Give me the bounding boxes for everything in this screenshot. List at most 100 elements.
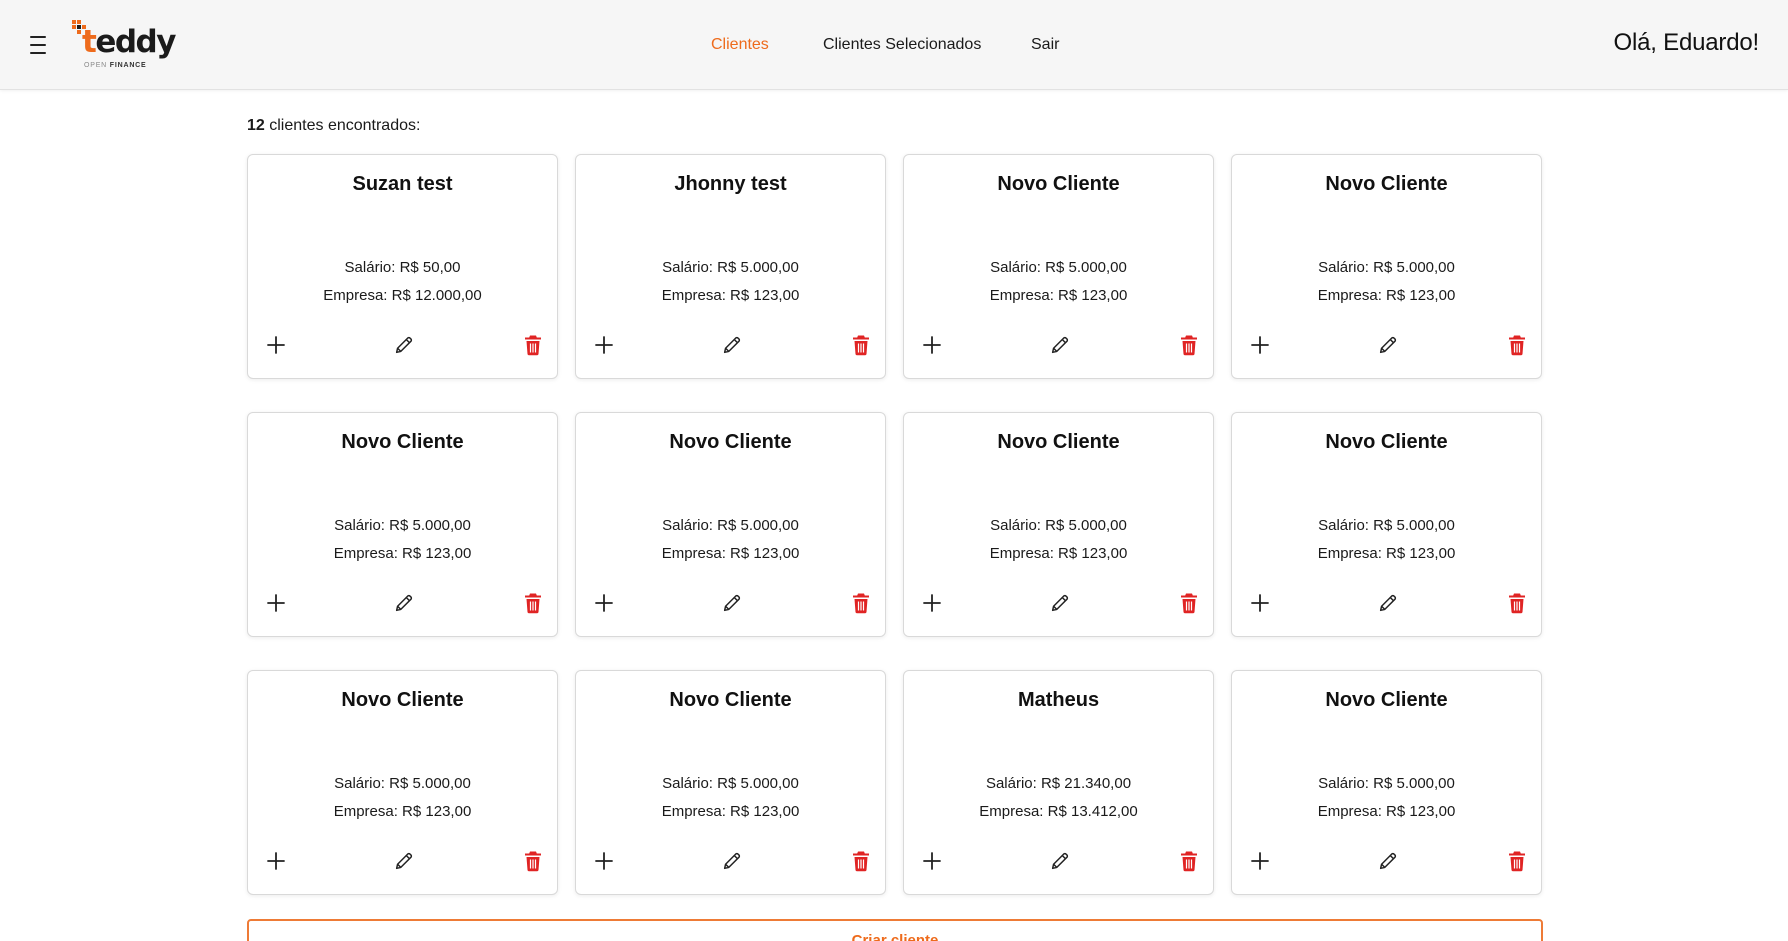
pencil-icon[interactable] xyxy=(720,333,744,357)
client-salary: Salário: R$ 5.000,00 xyxy=(662,775,799,792)
client-card-actions xyxy=(904,591,1213,615)
client-company: Empresa: R$ 123,00 xyxy=(1317,545,1456,562)
user-greeting: Olá, Eduardo! xyxy=(1613,29,1760,56)
client-company: Empresa: R$ 13.412,00 xyxy=(979,803,1138,820)
client-card-actions xyxy=(576,849,885,873)
client-company: Empresa: R$ 123,00 xyxy=(333,803,472,820)
plus-icon[interactable] xyxy=(592,849,616,873)
client-company: Empresa: R$ 123,00 xyxy=(1317,287,1456,304)
plus-icon[interactable] xyxy=(1248,849,1272,873)
client-company: Empresa: R$ 123,00 xyxy=(333,545,472,562)
client-name: Novo Cliente xyxy=(1325,173,1448,195)
trash-icon[interactable] xyxy=(849,849,873,873)
client-name: Novo Cliente xyxy=(1325,431,1448,453)
client-card-actions xyxy=(904,849,1213,873)
nav-sair[interactable]: Sair xyxy=(1031,36,1059,54)
pencil-icon[interactable] xyxy=(720,591,744,615)
client-name: Novo Cliente xyxy=(1325,689,1448,711)
plus-icon[interactable] xyxy=(920,591,944,615)
client-name: Matheus xyxy=(1017,689,1100,711)
client-name: Novo Cliente xyxy=(669,431,792,453)
client-company: Empresa: R$ 123,00 xyxy=(1317,803,1456,820)
client-card-actions xyxy=(1232,591,1541,615)
clients-grid: Suzan test Salário: R$ 50,00 Empresa: R$… xyxy=(247,154,1543,895)
client-card: Novo Cliente Salário: R$ 5.000,00 Empres… xyxy=(575,670,886,895)
trash-icon[interactable] xyxy=(1505,333,1529,357)
trash-icon[interactable] xyxy=(1177,591,1201,615)
pencil-icon[interactable] xyxy=(1376,333,1400,357)
pencil-icon[interactable] xyxy=(392,591,416,615)
clients-count-summary: 12 clientes encontrados: xyxy=(247,117,420,135)
logo-subtitle: OPEN FINANCE xyxy=(84,62,147,69)
pencil-icon[interactable] xyxy=(1048,849,1072,873)
trash-icon[interactable] xyxy=(1505,849,1529,873)
client-name: Novo Cliente xyxy=(341,431,464,453)
client-name: Novo Cliente xyxy=(997,173,1120,195)
plus-icon[interactable] xyxy=(1248,591,1272,615)
trash-icon[interactable] xyxy=(1177,333,1201,357)
plus-icon[interactable] xyxy=(264,849,288,873)
client-salary: Salário: R$ 5.000,00 xyxy=(990,517,1127,534)
client-name: Suzan test xyxy=(352,173,453,195)
plus-icon[interactable] xyxy=(264,333,288,357)
client-card: Novo Cliente Salário: R$ 5.000,00 Empres… xyxy=(1231,412,1542,637)
pencil-icon[interactable] xyxy=(720,849,744,873)
pencil-icon[interactable] xyxy=(1048,591,1072,615)
client-name: Jhonny test xyxy=(674,173,787,195)
client-card: Novo Cliente Salário: R$ 5.000,00 Empres… xyxy=(247,412,558,637)
client-card: Novo Cliente Salário: R$ 5.000,00 Empres… xyxy=(575,412,886,637)
client-card-actions xyxy=(1232,333,1541,357)
nav-clientes-selecionados[interactable]: Clientes Selecionados xyxy=(823,36,981,54)
clients-count-label: clientes encontrados: xyxy=(264,117,421,134)
plus-icon[interactable] xyxy=(920,333,944,357)
plus-icon[interactable] xyxy=(1248,333,1272,357)
trash-icon[interactable] xyxy=(1505,591,1529,615)
client-card: Suzan test Salário: R$ 50,00 Empresa: R$… xyxy=(247,154,558,379)
client-salary: Salário: R$ 5.000,00 xyxy=(1318,775,1455,792)
clients-count: 12 xyxy=(247,117,265,134)
pencil-icon[interactable] xyxy=(1376,849,1400,873)
pencil-icon[interactable] xyxy=(1048,333,1072,357)
client-salary: Salário: R$ 50,00 xyxy=(344,259,461,276)
client-salary: Salário: R$ 5.000,00 xyxy=(1318,259,1455,276)
client-company: Empresa: R$ 123,00 xyxy=(661,287,800,304)
client-card: Novo Cliente Salário: R$ 5.000,00 Empres… xyxy=(1231,670,1542,895)
client-card: Novo Cliente Salário: R$ 5.000,00 Empres… xyxy=(1231,154,1542,379)
client-salary: Salário: R$ 5.000,00 xyxy=(662,517,799,534)
client-card: Novo Cliente Salário: R$ 5.000,00 Empres… xyxy=(903,154,1214,379)
client-name: Novo Cliente xyxy=(341,689,464,711)
plus-icon[interactable] xyxy=(592,333,616,357)
client-card-actions xyxy=(576,333,885,357)
client-card: Matheus Salário: R$ 21.340,00 Empresa: R… xyxy=(903,670,1214,895)
trash-icon[interactable] xyxy=(521,333,545,357)
client-salary: Salário: R$ 5.000,00 xyxy=(334,517,471,534)
trash-icon[interactable] xyxy=(1177,849,1201,873)
plus-icon[interactable] xyxy=(264,591,288,615)
plus-icon[interactable] xyxy=(592,591,616,615)
pencil-icon[interactable] xyxy=(1376,591,1400,615)
main-nav: Clientes Clientes Selecionados Sair xyxy=(0,36,1788,56)
client-salary: Salário: R$ 21.340,00 xyxy=(985,775,1132,792)
trash-icon[interactable] xyxy=(521,849,545,873)
client-company: Empresa: R$ 123,00 xyxy=(989,545,1128,562)
pencil-icon[interactable] xyxy=(392,849,416,873)
client-salary: Salário: R$ 5.000,00 xyxy=(334,775,471,792)
client-card: Novo Cliente Salário: R$ 5.000,00 Empres… xyxy=(903,412,1214,637)
client-card-actions xyxy=(248,591,557,615)
client-card-actions xyxy=(904,333,1213,357)
client-card-actions xyxy=(248,333,557,357)
create-client-button[interactable]: Criar cliente xyxy=(247,919,1543,941)
trash-icon[interactable] xyxy=(849,333,873,357)
client-name: Novo Cliente xyxy=(669,689,792,711)
plus-icon[interactable] xyxy=(920,849,944,873)
client-card-actions xyxy=(1232,849,1541,873)
client-card-actions xyxy=(576,591,885,615)
pencil-icon[interactable] xyxy=(392,333,416,357)
client-company: Empresa: R$ 123,00 xyxy=(989,287,1128,304)
client-company: Empresa: R$ 12.000,00 xyxy=(323,287,482,304)
client-card: Jhonny test Salário: R$ 5.000,00 Empresa… xyxy=(575,154,886,379)
nav-clientes[interactable]: Clientes xyxy=(711,36,769,54)
trash-icon[interactable] xyxy=(849,591,873,615)
trash-icon[interactable] xyxy=(521,591,545,615)
client-salary: Salário: R$ 5.000,00 xyxy=(990,259,1127,276)
